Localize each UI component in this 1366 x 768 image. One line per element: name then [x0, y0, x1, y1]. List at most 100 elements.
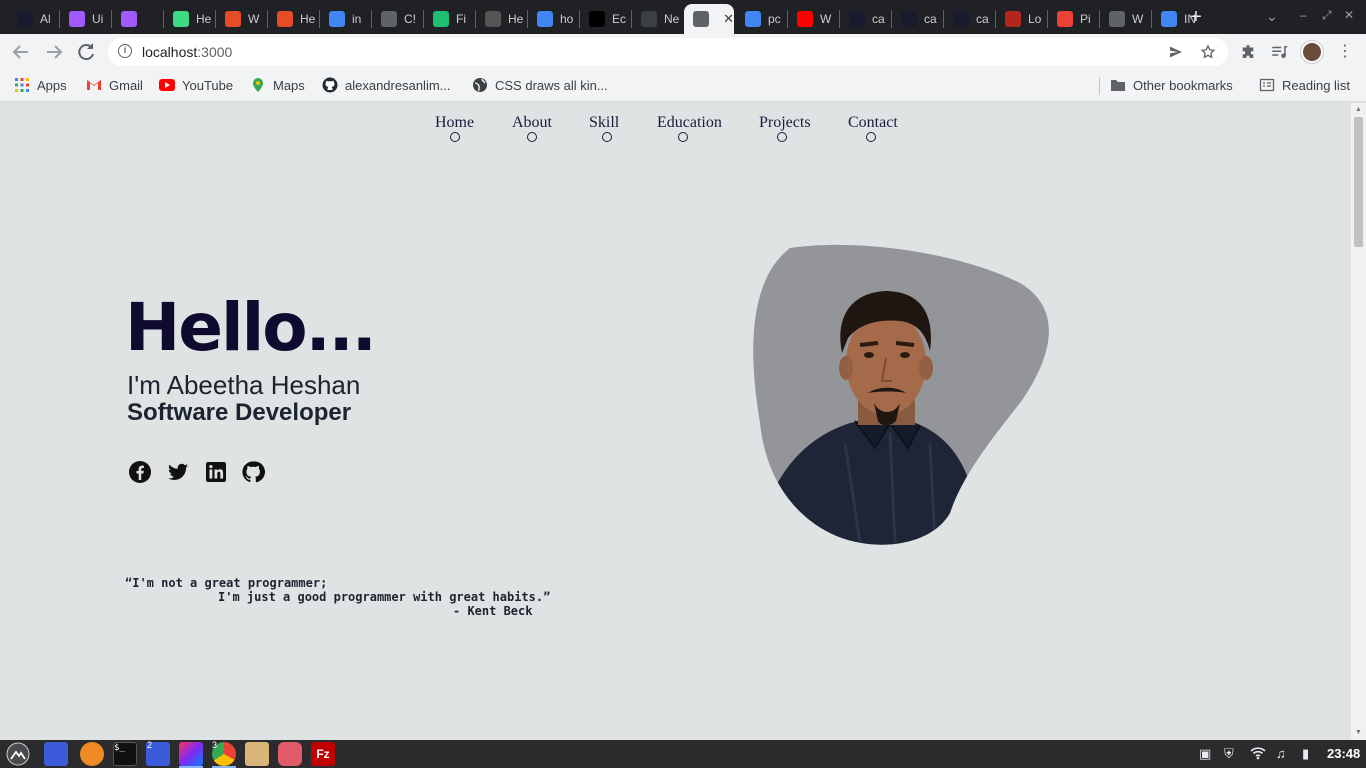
intellij-icon	[849, 11, 865, 27]
browser-tab[interactable]: W	[1100, 4, 1150, 34]
bookmarks-divider	[1099, 77, 1100, 95]
nav-home[interactable]: Home	[435, 114, 474, 132]
browser-tab[interactable]: in	[320, 4, 370, 34]
wifi-icon[interactable]	[1250, 746, 1266, 763]
browser-tab[interactable]: Ec	[580, 4, 630, 34]
facebook-icon[interactable]	[128, 460, 152, 484]
tab-title: pc	[768, 12, 781, 26]
close-tab-icon[interactable]: ✕	[723, 11, 734, 27]
browser-tab[interactable]	[112, 4, 162, 34]
linkedin-icon[interactable]	[204, 460, 228, 484]
extensions-puzzle-icon[interactable]	[1239, 43, 1257, 61]
media-control-icon[interactable]	[1270, 43, 1288, 61]
file-manager-icon[interactable]	[44, 742, 68, 766]
files-window-icon[interactable]: 2	[146, 740, 170, 766]
nav-contact[interactable]: Contact	[848, 114, 898, 132]
browser-tab[interactable]: Lo	[996, 4, 1046, 34]
scrollbar-thumb[interactable]	[1354, 117, 1363, 247]
nav-projects[interactable]: Projects	[759, 114, 811, 132]
bookmark-label: alexandresanlim...	[345, 77, 451, 93]
browser-tab[interactable]: Ne	[632, 4, 682, 34]
terminal-icon[interactable]: $_	[113, 742, 137, 766]
site-info-icon[interactable]: i	[118, 44, 132, 58]
bookmark-maps[interactable]: Maps	[250, 77, 305, 93]
reload-button[interactable]	[74, 40, 98, 64]
twitter-icon[interactable]	[166, 460, 190, 484]
browser-tab[interactable]: W	[788, 4, 838, 34]
tab-title: He	[508, 12, 524, 26]
web-page: Home About Skill Education Projects Cont…	[0, 103, 1351, 740]
other-bookmarks[interactable]: Other bookmarks	[1110, 77, 1233, 93]
bookmark-label: CSS draws all kin...	[495, 77, 608, 93]
chrome-menu-icon[interactable]: ⋮	[1333, 40, 1357, 64]
scroll-down-icon[interactable]: ▼	[1355, 729, 1362, 736]
tab-title: ca	[976, 12, 989, 26]
bookmark-apps[interactable]: Apps	[14, 77, 67, 93]
hero-role: Software Developer	[127, 399, 352, 426]
filezilla-icon[interactable]: Fz	[311, 742, 335, 766]
nav-about[interactable]: About	[512, 114, 552, 132]
nav-education[interactable]: Education	[657, 114, 722, 132]
address-bar[interactable]: i localhost:3000	[108, 38, 1228, 66]
forward-arrow-icon	[47, 45, 63, 59]
github-icon[interactable]	[241, 460, 265, 484]
archive-manager-icon[interactable]	[245, 742, 269, 766]
shield-icon[interactable]: ⛨	[1224, 746, 1234, 762]
browser-tab[interactable]: Ui	[60, 4, 110, 34]
bookmark-youtube[interactable]: YouTube	[159, 77, 233, 93]
profile-avatar[interactable]	[1301, 41, 1323, 63]
bookmark-label: Maps	[273, 77, 305, 93]
start-menu-icon[interactable]	[6, 742, 30, 766]
browser-tab[interactable]: He	[476, 4, 526, 34]
browser-tab[interactable]: He	[268, 4, 318, 34]
browser-tab[interactable]: W	[216, 4, 266, 34]
intellij-icon	[901, 11, 917, 27]
restore-icon[interactable]: ⤢	[1322, 8, 1332, 23]
browser-tab[interactable]: ho	[528, 4, 578, 34]
nav-skill[interactable]: Skill	[589, 114, 619, 132]
browser-tab[interactable]: ca	[892, 4, 942, 34]
tab-title: Lo	[1028, 12, 1042, 26]
bookmark-css-draws[interactable]: CSS draws all kin...	[472, 77, 608, 93]
back-button[interactable]	[9, 40, 33, 64]
scroll-up-icon[interactable]: ▲	[1355, 106, 1362, 113]
os-taskbar: $_ 2 3 Fz ▣ ⛨ ♫ ▮ 23:48	[0, 740, 1366, 768]
music-icon[interactable]: ♫	[1276, 746, 1286, 761]
intellij-taskbar-icon[interactable]	[179, 742, 203, 766]
browser-tab[interactable]: pc	[736, 4, 786, 34]
browser-tab[interactable]: C!	[372, 4, 422, 34]
tab-title: W	[820, 12, 832, 26]
unsplash-icon	[589, 11, 605, 27]
bookmark-github[interactable]: alexandresanlim...	[322, 77, 451, 93]
browser-tab[interactable]: Al	[8, 4, 58, 34]
nav-contact-indicator	[866, 132, 876, 142]
page-scrollbar[interactable]: ▲ ▼	[1351, 103, 1366, 740]
chrome-taskbar-icon[interactable]: 3	[212, 740, 236, 766]
reading-list[interactable]: Reading list	[1259, 77, 1350, 93]
bookmarks-bar: Apps Gmail YouTube Maps alexandresanlim.…	[0, 70, 1366, 102]
bookmark-gmail[interactable]: Gmail	[86, 77, 143, 93]
browser-tab[interactable]: Pi	[1048, 4, 1098, 34]
close-window-icon[interactable]: ✕	[1344, 8, 1354, 22]
quote-author: - Kent Beck	[453, 604, 533, 618]
back-arrow-icon	[12, 45, 28, 59]
browser-tab[interactable]: ca	[944, 4, 994, 34]
browser-tab[interactable]: He	[164, 4, 214, 34]
tab-title: He	[300, 12, 316, 26]
new-tab-button[interactable]: +	[1186, 6, 1206, 28]
nav-education-indicator	[678, 132, 688, 142]
browser-tab[interactable]: Fi	[424, 4, 474, 34]
firefox-icon[interactable]	[80, 742, 104, 766]
screen-reader-icon[interactable]	[278, 742, 302, 766]
bookmark-star-icon[interactable]	[1200, 44, 1216, 60]
minimize-icon[interactable]: –	[1300, 8, 1307, 22]
forward-button[interactable]	[42, 40, 66, 64]
browser-tab[interactable]: ca	[840, 4, 890, 34]
send-tab-icon[interactable]	[1168, 44, 1184, 60]
battery-icon[interactable]: ▮	[1302, 746, 1309, 762]
bookmark-label: YouTube	[182, 77, 234, 93]
clipboard-icon[interactable]: ▣	[1199, 746, 1211, 762]
browser-tab[interactable]: ✕	[684, 4, 734, 34]
tab-search-icon[interactable]: ⌄	[1266, 8, 1278, 25]
reload-icon	[78, 43, 94, 61]
